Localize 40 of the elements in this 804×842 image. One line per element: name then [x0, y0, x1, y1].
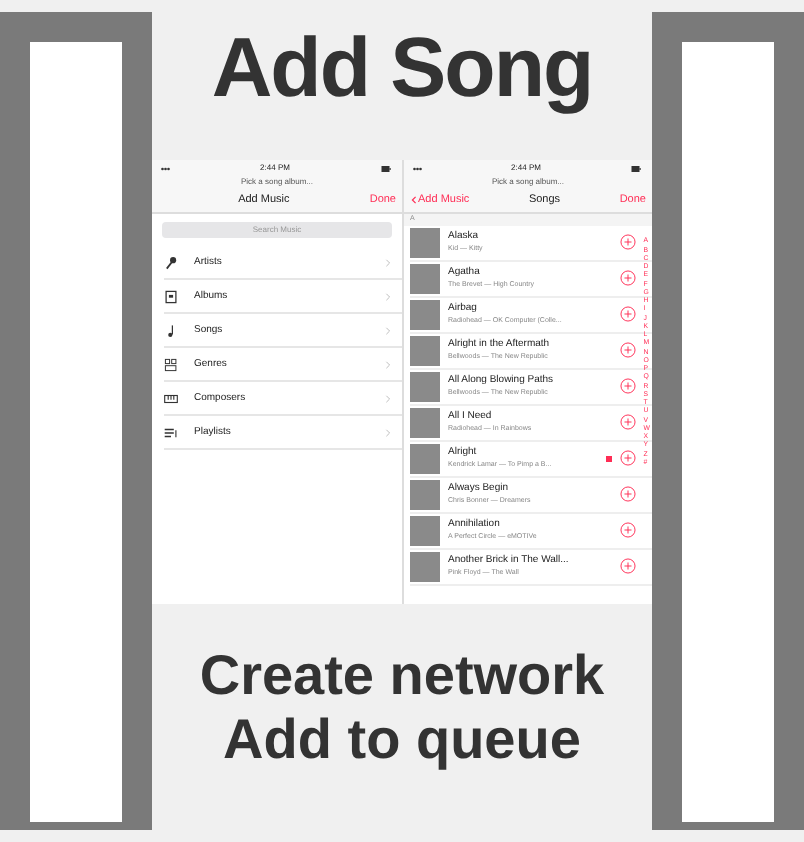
add-icon[interactable]	[620, 378, 636, 395]
add-icon[interactable]	[620, 306, 636, 323]
add-icon[interactable]	[620, 522, 636, 539]
music-note-icon	[164, 323, 178, 338]
list-icon	[164, 425, 178, 440]
chevron-right-icon	[384, 257, 392, 268]
album-art-placeholder	[410, 515, 440, 546]
chevron-right-icon	[384, 325, 392, 336]
album-art-placeholder	[410, 551, 440, 582]
add-icon[interactable]	[620, 486, 636, 503]
album-art-placeholder	[410, 371, 440, 402]
signal-icon	[158, 163, 174, 174]
battery-icon	[626, 163, 646, 174]
slide-title: Add Song	[211, 20, 593, 117]
keyboard-icon	[164, 391, 178, 406]
grid-icon	[164, 357, 178, 372]
album-art-placeholder	[410, 443, 440, 474]
album-art-placeholder	[410, 263, 440, 294]
add-icon[interactable]	[620, 450, 636, 467]
add-icon[interactable]	[620, 270, 636, 287]
add-icon[interactable]	[620, 234, 636, 251]
album-art-placeholder	[410, 479, 440, 510]
album-art-placeholder	[410, 407, 440, 438]
album-art-placeholder	[410, 227, 440, 258]
chevron-right-icon	[384, 359, 392, 370]
album-icon	[164, 289, 178, 304]
caption-text: Create network	[199, 644, 605, 709]
microphone-icon	[164, 255, 178, 270]
chevron-right-icon	[384, 427, 392, 438]
signal-icon	[410, 163, 426, 174]
back-chevron-icon	[410, 194, 418, 207]
chevron-right-icon	[384, 393, 392, 404]
album-art-placeholder	[410, 335, 440, 366]
battery-icon	[376, 163, 396, 174]
album-art-placeholder	[410, 299, 440, 330]
add-icon[interactable]	[620, 414, 636, 431]
add-icon[interactable]	[620, 342, 636, 359]
add-icon[interactable]	[620, 558, 636, 575]
caption-text: Add to queue	[223, 708, 581, 774]
chevron-right-icon	[384, 291, 392, 302]
